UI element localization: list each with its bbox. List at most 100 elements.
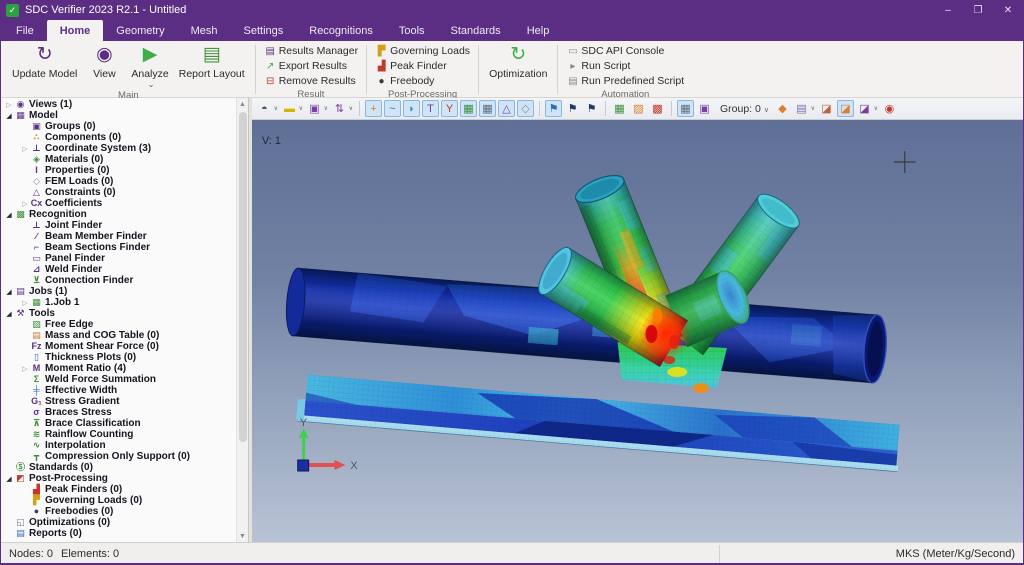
report-layout-button[interactable]: ▤Report Layout: [174, 42, 250, 90]
contour-plot-icon[interactable]: ▨: [630, 100, 647, 117]
highlight-tool-icon[interactable]: ◪: [837, 100, 854, 117]
tree-item-jobs-1[interactable]: ◢▤Jobs (1): [1, 286, 236, 297]
tree-item-groups-0[interactable]: ▣Groups (0): [1, 121, 236, 132]
tab-file[interactable]: File: [3, 20, 47, 41]
tree-item-connection-finder[interactable]: ⊻Connection Finder: [1, 275, 236, 286]
peak-finder-button[interactable]: ▟Peak Finder: [372, 59, 450, 73]
flag-first-icon[interactable]: ⚑: [545, 100, 562, 117]
tree-item-coordinate-system-3[interactable]: ▷⊥Coordinate System (3): [1, 143, 236, 154]
tree-item-panel-finder[interactable]: ▭Panel Finder: [1, 253, 236, 264]
select-mode-icon[interactable]: ▤∨: [793, 100, 810, 117]
results-grid-icon[interactable]: ▦: [611, 100, 628, 117]
show-constraints-icon[interactable]: △: [498, 100, 515, 117]
render-style-icon[interactable]: ▬∨: [281, 100, 298, 117]
show-loads-icon[interactable]: ◇: [517, 100, 534, 117]
run-predefined-script-button[interactable]: ▤Run Predefined Script: [563, 74, 687, 88]
viewport-3d[interactable]: V: 1 Y X: [252, 120, 1023, 542]
tree-item-interpolation[interactable]: ∿Interpolation: [1, 440, 236, 451]
tree-item-reports-0[interactable]: ▤Reports (0): [1, 528, 236, 539]
tree-item-joint-finder[interactable]: ⊥Joint Finder: [1, 220, 236, 231]
erase-tool-icon[interactable]: ◪: [818, 100, 835, 117]
collapse-icon[interactable]: ◢: [4, 211, 14, 219]
tree-item-1-job-1[interactable]: ▷▦1.Job 1: [1, 297, 236, 308]
show-curves-icon[interactable]: ~: [384, 100, 401, 117]
update-model-button[interactable]: ↻Update Model: [7, 42, 82, 90]
tree-item-beam-sections-finder[interactable]: ⌐Beam Sections Finder: [1, 242, 236, 253]
show-points-icon[interactable]: +: [365, 100, 382, 117]
scroll-up-icon[interactable]: ▲: [237, 98, 249, 110]
tree-item-governing-loads-0[interactable]: ▛Governing Loads (0): [1, 495, 236, 506]
tree-item-freebodies-0[interactable]: ●Freebodies (0): [1, 506, 236, 517]
entity-frame-icon[interactable]: ▣: [696, 100, 713, 117]
tab-settings[interactable]: Settings: [231, 20, 297, 41]
tree-item-compression-only-support-0[interactable]: ┳Compression Only Support (0): [1, 451, 236, 462]
maximize-button[interactable]: ❐: [963, 0, 993, 20]
cube-display-icon[interactable]: ◆: [774, 100, 791, 117]
tree-item-coefficients[interactable]: ▷CxCoefficients: [1, 198, 236, 209]
show-grid-icon[interactable]: ▦: [479, 100, 496, 117]
paint-mode-icon[interactable]: ◪∨: [856, 100, 873, 117]
show-solids-icon[interactable]: T: [422, 100, 439, 117]
expand-icon[interactable]: ▷: [20, 200, 30, 208]
expand-icon[interactable]: ▷: [20, 145, 30, 153]
collapse-icon[interactable]: ◢: [4, 112, 14, 120]
tree-item-weld-force-summation[interactable]: ΣWeld Force Summation: [1, 374, 236, 385]
show-mesh-icon[interactable]: ▦: [460, 100, 477, 117]
tree-item-rainflow-counting[interactable]: ≋Rainflow Counting: [1, 429, 236, 440]
display-entities-icon[interactable]: ▣∨: [306, 100, 323, 117]
governing-loads-button[interactable]: ▛Governing Loads: [372, 44, 473, 58]
minimize-button[interactable]: –: [933, 0, 963, 20]
tree-item-views-1[interactable]: ▷◉Views (1): [1, 99, 236, 110]
scroll-down-icon[interactable]: ▼: [237, 530, 249, 542]
export-results-button[interactable]: ↗Export Results: [261, 59, 350, 73]
expand-icon[interactable]: ▷: [20, 365, 30, 373]
tab-help[interactable]: Help: [514, 20, 563, 41]
collapse-icon[interactable]: ◢: [4, 475, 14, 483]
expand-icon[interactable]: ▷: [20, 299, 30, 307]
optimization-button[interactable]: ↻Optimization: [484, 42, 552, 85]
show-axes-icon[interactable]: Y: [441, 100, 458, 117]
tree-item-tools[interactable]: ◢⚒Tools: [1, 308, 236, 319]
tree-item-post-processing[interactable]: ◢◩Post-Processing: [1, 473, 236, 484]
sort-options-icon[interactable]: ⇅∨: [331, 100, 348, 117]
group-selector[interactable]: Group: 0∨: [720, 103, 769, 115]
expand-icon[interactable]: ▷: [4, 101, 14, 109]
tab-recognitions[interactable]: Recognitions: [296, 20, 386, 41]
tree-item-mass-and-cog-table-0[interactable]: ▤Mass and COG Table (0): [1, 330, 236, 341]
close-button[interactable]: ✕: [993, 0, 1023, 20]
tree-item-optimizations-0[interactable]: ◱Optimizations (0): [1, 517, 236, 528]
view-button[interactable]: ◉View: [82, 42, 126, 90]
tree-item-standards-0[interactable]: ⓈStandards (0): [1, 462, 236, 473]
tree-item-effective-width[interactable]: ╪Effective Width: [1, 385, 236, 396]
collapse-icon[interactable]: ◢: [4, 310, 14, 318]
scroll-thumb[interactable]: [239, 112, 247, 442]
tab-geometry[interactable]: Geometry: [103, 20, 177, 41]
tree-item-materials-0[interactable]: ◈Materials (0): [1, 154, 236, 165]
tree-item-fem-loads-0[interactable]: ◇FEM Loads (0): [1, 176, 236, 187]
tab-mesh[interactable]: Mesh: [178, 20, 231, 41]
tree-item-brace-classification[interactable]: ⊼Brace Classification: [1, 418, 236, 429]
remove-results-button[interactable]: ⊟Remove Results: [261, 74, 359, 88]
tree-item-thickness-plots-0[interactable]: ▯Thickness Plots (0): [1, 352, 236, 363]
tree-item-recognition[interactable]: ◢▩Recognition: [1, 209, 236, 220]
tree-item-components-0[interactable]: ∴Components (0): [1, 132, 236, 143]
analyze-button[interactable]: ▶Analyze⌄: [126, 42, 173, 90]
run-script-button[interactable]: ▸Run Script: [563, 59, 633, 73]
show-surfaces-icon[interactable]: ◗: [403, 100, 420, 117]
tree-item-model[interactable]: ◢▦Model: [1, 110, 236, 121]
tree-item-beam-member-finder[interactable]: ∕Beam Member Finder: [1, 231, 236, 242]
tree-item-moment-shear-force-0[interactable]: FzMoment Shear Force (0): [1, 341, 236, 352]
tree-item-weld-finder[interactable]: ⊿Weld Finder: [1, 264, 236, 275]
clear-marks-icon[interactable]: ◉: [881, 100, 898, 117]
tree-item-stress-gradient[interactable]: G₁Stress Gradient: [1, 396, 236, 407]
sdc-api-console-button[interactable]: ▭SDC API Console: [563, 44, 667, 58]
view-orientation-icon[interactable]: ◓∨: [256, 100, 273, 117]
tab-standards[interactable]: Standards: [438, 20, 514, 41]
tree-scrollbar[interactable]: ▲ ▼: [236, 98, 248, 542]
tab-tools[interactable]: Tools: [386, 20, 438, 41]
tree-item-free-edge[interactable]: ▧Free Edge: [1, 319, 236, 330]
tree-item-properties-0[interactable]: IProperties (0): [1, 165, 236, 176]
flag-prev-icon[interactable]: ⚑: [564, 100, 581, 117]
element-grid-icon[interactable]: ▦: [677, 100, 694, 117]
tree-item-braces-stress[interactable]: σBraces Stress: [1, 407, 236, 418]
